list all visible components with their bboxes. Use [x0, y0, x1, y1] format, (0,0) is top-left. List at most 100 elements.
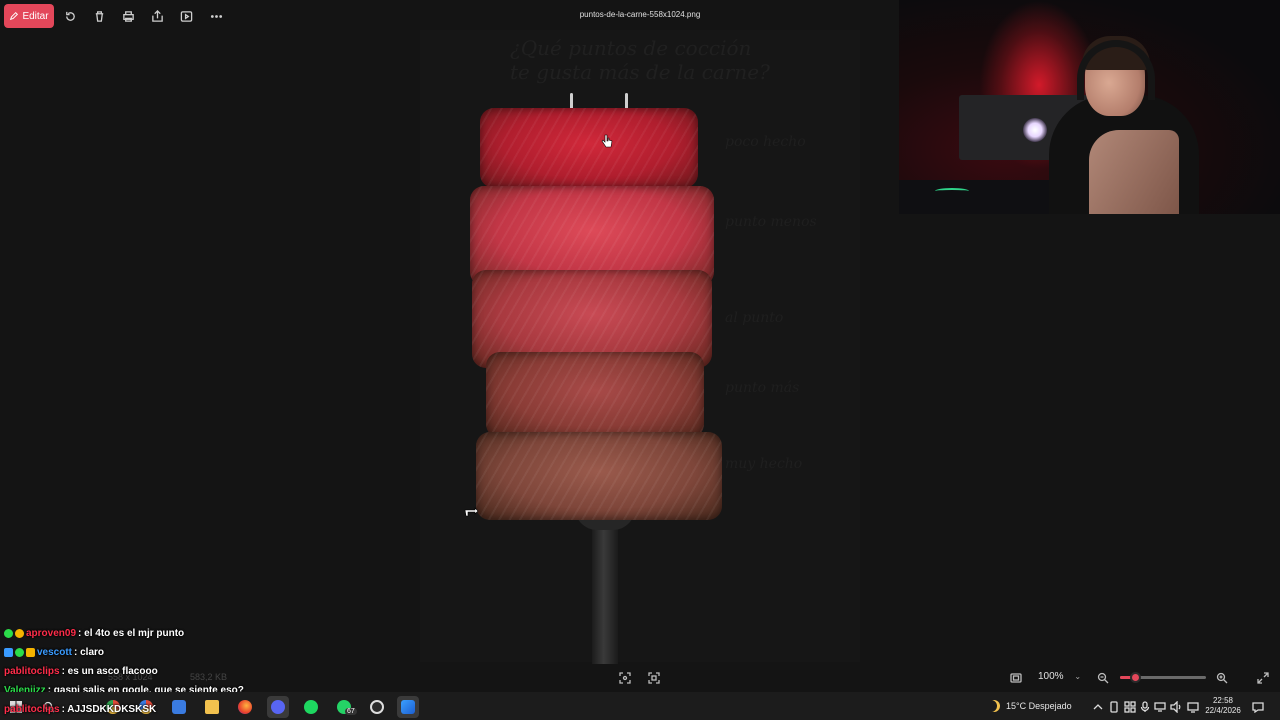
badge-icon	[26, 648, 35, 657]
tray-phone[interactable]	[1108, 700, 1120, 713]
notification-badge: 67	[345, 708, 357, 715]
firefox-icon	[238, 700, 252, 714]
lamp	[1023, 118, 1047, 142]
moon-icon	[988, 700, 1000, 712]
chat-message: pablitoclips : AJJSDKKDKSKSK	[4, 704, 156, 715]
share-icon	[151, 9, 163, 22]
rotate-icon	[65, 11, 75, 21]
fit-view-button[interactable]	[617, 670, 633, 686]
weather-text: 15°C Despejado	[1006, 701, 1072, 711]
delete-button[interactable]	[91, 8, 107, 24]
fit-window-button[interactable]	[1008, 670, 1024, 686]
folder-icon	[205, 700, 219, 714]
hand-pointer-icon	[464, 507, 479, 517]
trash-icon	[95, 10, 103, 22]
store-icon	[172, 700, 186, 714]
taskbar-app-discord[interactable]	[267, 696, 289, 718]
chat-text: : el 4to es el mjr punto	[78, 628, 185, 639]
doneness-label: punto menos	[725, 214, 817, 230]
chat-message: aproven09 : el 4to es el mjr punto	[4, 628, 184, 639]
zoom-in-button[interactable]	[1214, 670, 1230, 686]
taskbar-app-obs[interactable]	[366, 696, 388, 718]
desk	[899, 180, 1059, 214]
tray-overflow-button[interactable]	[1092, 700, 1104, 712]
badge-icon	[4, 648, 13, 657]
chevron-down-icon: ⌄	[1074, 672, 1082, 681]
print-button[interactable]	[120, 8, 136, 24]
zoom-out-button[interactable]	[1095, 670, 1111, 686]
chevron-up-icon	[1093, 704, 1103, 710]
tray-mic[interactable]	[1139, 700, 1151, 712]
volume-icon	[1170, 700, 1181, 714]
tray-network[interactable]	[1154, 700, 1166, 712]
clock-date: 22/4/2026	[1205, 706, 1241, 715]
taskbar-app-photos[interactable]	[397, 696, 419, 718]
tray-display[interactable]	[1187, 700, 1199, 713]
fit-window-icon	[1010, 673, 1022, 683]
zoom-slider[interactable]	[1120, 672, 1206, 683]
share-button[interactable]	[149, 8, 165, 24]
chat-message: vescott : claro	[4, 647, 104, 658]
doneness-label: punto más	[725, 380, 800, 396]
rotate-button[interactable]	[62, 8, 78, 24]
badge-icon	[15, 629, 24, 638]
zoom-level[interactable]: 100% ⌄	[1038, 671, 1081, 682]
crop-view-button[interactable]	[646, 670, 662, 686]
doneness-label: poco hecho	[725, 134, 806, 150]
display-icon	[1187, 702, 1199, 713]
weather-widget[interactable]: 15°C Despejado	[988, 692, 1072, 720]
taskbar-app-whatsapp[interactable]: 67	[333, 696, 357, 718]
chat-text: : es un asco flacooo	[61, 666, 158, 677]
file-size: 583,2 KB	[190, 672, 228, 682]
phone-icon	[1110, 701, 1118, 713]
chat-username[interactable]: pablitoclips	[4, 704, 60, 715]
fullscreen-button[interactable]	[1255, 670, 1271, 686]
taskbar-app-spotify[interactable]	[300, 696, 322, 718]
chat-text: : AJJSDKKDKSKSK	[61, 704, 157, 715]
taskbar-app-explorer[interactable]	[201, 696, 223, 718]
badge-icon	[4, 629, 13, 638]
more-options-button[interactable]	[208, 8, 224, 24]
notifications-button[interactable]	[1252, 700, 1264, 714]
steak-slice-well-done	[476, 432, 722, 520]
system-clock[interactable]: 22:58 22/4/2026	[1202, 696, 1244, 716]
zoom-slider-knob[interactable]	[1129, 672, 1141, 683]
webcam-overlay	[899, 0, 1280, 214]
chat-message: pablitoclips : es un asco flacooo	[4, 666, 158, 677]
edit-button-label: Editar	[22, 10, 49, 22]
image-canvas[interactable]: ¿Qué puntos de cocción te gusta más de l…	[420, 30, 860, 664]
zoom-value: 100%	[1038, 671, 1064, 682]
taskbar-app-firefox[interactable]	[234, 696, 256, 718]
doneness-label: muy hecho	[725, 456, 803, 472]
pencil-icon	[10, 11, 19, 21]
discord-icon	[271, 700, 285, 714]
tray-app[interactable]	[1124, 700, 1136, 713]
faint-title: ¿Qué puntos de cocción te gusta más de l…	[510, 36, 770, 84]
more-icon	[210, 14, 222, 18]
spotify-icon	[304, 700, 318, 714]
viewer-toolbar: Editar puntos-de-la-carne-558x1024.png	[0, 0, 900, 32]
doneness-label: al punto	[725, 310, 784, 326]
chat-text: : claro	[74, 647, 105, 658]
zoom-out-icon	[1097, 672, 1109, 684]
notification-icon	[1252, 702, 1264, 714]
tray-volume[interactable]	[1170, 700, 1182, 714]
hand-cursor-icon	[601, 134, 613, 148]
windows-taskbar: 67 15°C Despejado 22:58 22/4/2026	[0, 692, 1280, 720]
chat-username[interactable]: pablitoclips	[4, 666, 60, 677]
clock-time: 22:58	[1212, 696, 1234, 705]
steak-slice-rare	[480, 108, 698, 188]
streamer-arm	[1089, 130, 1179, 214]
gaming-mouse	[935, 188, 969, 194]
taskbar-app-store[interactable]	[168, 696, 190, 718]
chat-username[interactable]: vescott	[37, 647, 72, 658]
steak-slice-medium-well	[486, 352, 704, 438]
obs-icon	[370, 700, 384, 714]
apps-icon	[1124, 701, 1136, 713]
photos-icon	[401, 700, 415, 714]
fork-handle	[592, 514, 618, 664]
chat-username[interactable]: aproven09	[26, 628, 76, 639]
edit-button[interactable]: Editar	[4, 4, 54, 28]
slideshow-button[interactable]	[178, 8, 194, 24]
network-icon	[1154, 702, 1166, 712]
